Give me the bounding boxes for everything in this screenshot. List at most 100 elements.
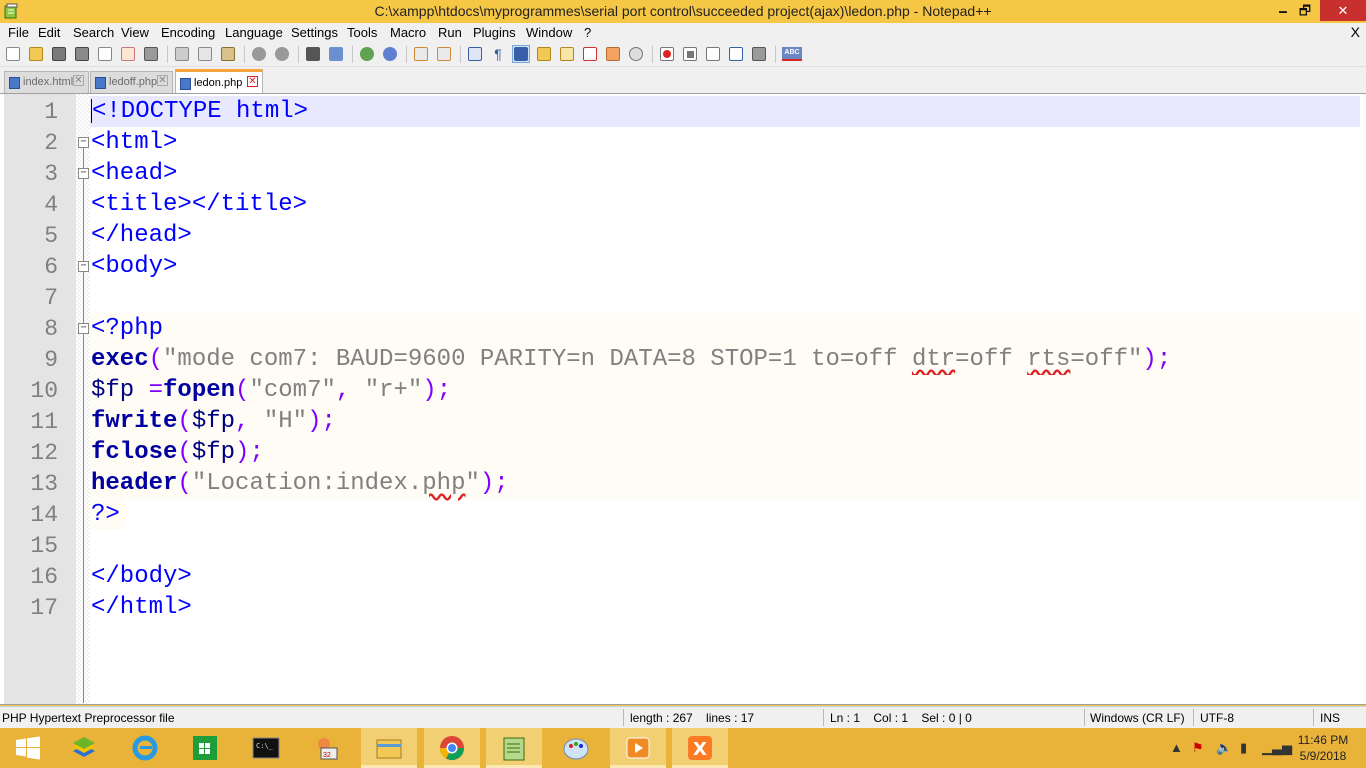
code-line[interactable]: 15	[0, 530, 1366, 561]
menu-settings[interactable]: Settings	[291, 25, 338, 40]
copy-icon[interactable]	[196, 45, 214, 63]
menu-view[interactable]: View	[121, 25, 149, 40]
close-icon[interactable]	[96, 45, 114, 63]
taskbar-chrome[interactable]	[424, 728, 480, 768]
stop-record-icon[interactable]	[681, 45, 699, 63]
code-line[interactable]: 5 </head>	[0, 220, 1366, 251]
taskbar-store[interactable]	[177, 728, 233, 768]
code-line[interactable]: 13 header("Location:index.php");	[0, 468, 1366, 499]
word-wrap-icon[interactable]	[466, 45, 484, 63]
show-all-chars-icon[interactable]: ¶	[489, 45, 507, 63]
menu-help[interactable]: ?	[584, 25, 591, 40]
tab-ledon-php[interactable]: ledon.php ✕	[175, 69, 263, 94]
taskbar-internet-explorer[interactable]	[117, 728, 173, 768]
taskbar-xampp[interactable]: X	[672, 728, 728, 768]
print-icon[interactable]	[142, 45, 160, 63]
indent-guide-icon[interactable]	[512, 45, 530, 63]
code-line[interactable]: 11 fwrite($fp, "H");	[0, 406, 1366, 437]
sync-horizontal-icon[interactable]	[435, 45, 453, 63]
volume-icon[interactable]: 🔈	[1216, 740, 1232, 756]
taskbar-file-explorer[interactable]	[361, 728, 417, 768]
code-line[interactable]: 8 − <?php	[0, 313, 1366, 344]
insert-mode[interactable]: INS	[1320, 711, 1340, 725]
code-line[interactable]: 9 exec("mode com7: BAUD=9600 PARITY=n DA…	[0, 344, 1366, 375]
zoom-in-icon[interactable]	[358, 45, 376, 63]
menu-plugins[interactable]: Plugins	[473, 25, 516, 40]
folder-workspace-icon[interactable]	[581, 45, 599, 63]
tab-close-icon[interactable]: ✕	[157, 75, 168, 86]
taskbar-paint[interactable]	[548, 728, 604, 768]
title-bar: C:\xampp\htdocs\myprogrammes\serial port…	[0, 0, 1366, 23]
taskbar-command-prompt[interactable]: C:\_	[238, 728, 294, 768]
eol-format[interactable]: Windows (CR LF)	[1090, 711, 1185, 725]
tab-close-icon[interactable]: ✕	[73, 75, 84, 86]
save-macro-icon[interactable]	[750, 45, 768, 63]
fold-toggle-icon[interactable]: −	[78, 168, 89, 179]
network-icon[interactable]: ▁▃▅	[1262, 740, 1292, 756]
save-all-icon[interactable]	[73, 45, 91, 63]
run-multiple-icon[interactable]	[727, 45, 745, 63]
folder-open-icon[interactable]	[604, 45, 622, 63]
function-list-icon[interactable]	[558, 45, 576, 63]
sync-vertical-icon[interactable]	[412, 45, 430, 63]
menu-tools[interactable]: Tools	[347, 25, 377, 40]
fold-toggle-icon[interactable]: −	[78, 261, 89, 272]
zoom-out-icon[interactable]	[381, 45, 399, 63]
code-editor[interactable]: 1 <!DOCTYPE html> 2 − <html> 3 − <head> …	[0, 93, 1366, 705]
cut-icon[interactable]	[173, 45, 191, 63]
code-line[interactable]: 10 $fp =fopen("com7", "r+");	[0, 375, 1366, 406]
taskbar-notepadpp[interactable]	[486, 728, 542, 768]
code-line[interactable]: 14 ?>	[0, 499, 1366, 530]
replace-icon[interactable]	[327, 45, 345, 63]
code-line[interactable]: 7	[0, 282, 1366, 313]
new-file-icon[interactable]	[4, 45, 22, 63]
fold-toggle-icon[interactable]: −	[78, 137, 89, 148]
code-line[interactable]: 1 <!DOCTYPE html>	[0, 96, 1366, 127]
tab-ledoff-php[interactable]: ledoff.php ✕	[90, 71, 173, 93]
close-all-icon[interactable]	[119, 45, 137, 63]
open-file-icon[interactable]	[27, 45, 45, 63]
menu-language[interactable]: Language	[225, 25, 283, 40]
paste-icon[interactable]	[219, 45, 237, 63]
code-line[interactable]: 16 </body>	[0, 561, 1366, 592]
menu-edit[interactable]: Edit	[38, 25, 60, 40]
menu-file[interactable]: File	[8, 25, 29, 40]
taskbar-media-player[interactable]	[610, 728, 666, 768]
menu-search[interactable]: Search	[73, 25, 114, 40]
maximize-button[interactable]: 🗗	[1292, 0, 1318, 21]
notepadpp-icon	[500, 734, 528, 762]
code-line[interactable]: 17 </html>	[0, 592, 1366, 623]
code-line[interactable]: 2 − <html>	[0, 127, 1366, 158]
spell-check-icon[interactable]: ABC	[781, 45, 803, 63]
find-icon[interactable]	[304, 45, 322, 63]
monitor-icon[interactable]	[627, 45, 645, 63]
action-center-icon[interactable]: ⚑	[1192, 740, 1204, 756]
taskbar-app[interactable]: 32	[299, 728, 355, 768]
menu-encoding[interactable]: Encoding	[161, 25, 215, 40]
undo-icon[interactable]	[250, 45, 268, 63]
redo-icon[interactable]	[273, 45, 291, 63]
menu-run[interactable]: Run	[438, 25, 462, 40]
save-icon[interactable]	[50, 45, 68, 63]
playback-icon[interactable]	[704, 45, 722, 63]
code-line[interactable]: 4 <title></title>	[0, 189, 1366, 220]
menu-window[interactable]: Window	[526, 25, 572, 40]
start-button[interactable]	[0, 728, 56, 768]
power-icon[interactable]: ▮	[1240, 740, 1247, 756]
fold-toggle-icon[interactable]: −	[78, 323, 89, 334]
tab-index-html[interactable]: index.html ✕	[4, 71, 89, 93]
show-hidden-icons-icon[interactable]: ▲	[1170, 740, 1183, 755]
close-window-button[interactable]: ✕	[1320, 0, 1366, 21]
tab-close-icon[interactable]: ✕	[247, 76, 258, 87]
record-macro-icon[interactable]	[658, 45, 676, 63]
menu-macro[interactable]: Macro	[390, 25, 426, 40]
system-clock[interactable]: 11:46 PM 5/9/2018	[1290, 732, 1356, 764]
encoding-label[interactable]: UTF-8	[1200, 711, 1234, 725]
doc-map-icon[interactable]	[535, 45, 553, 63]
taskbar-bluestacks[interactable]	[56, 728, 112, 768]
app-icon: 32	[313, 734, 341, 762]
code-line[interactable]: 3 − <head>	[0, 158, 1366, 189]
code-line[interactable]: 12 fclose($fp);	[0, 437, 1366, 468]
close-document-button[interactable]: X	[1351, 24, 1360, 40]
code-line[interactable]: 6 − <body>	[0, 251, 1366, 282]
